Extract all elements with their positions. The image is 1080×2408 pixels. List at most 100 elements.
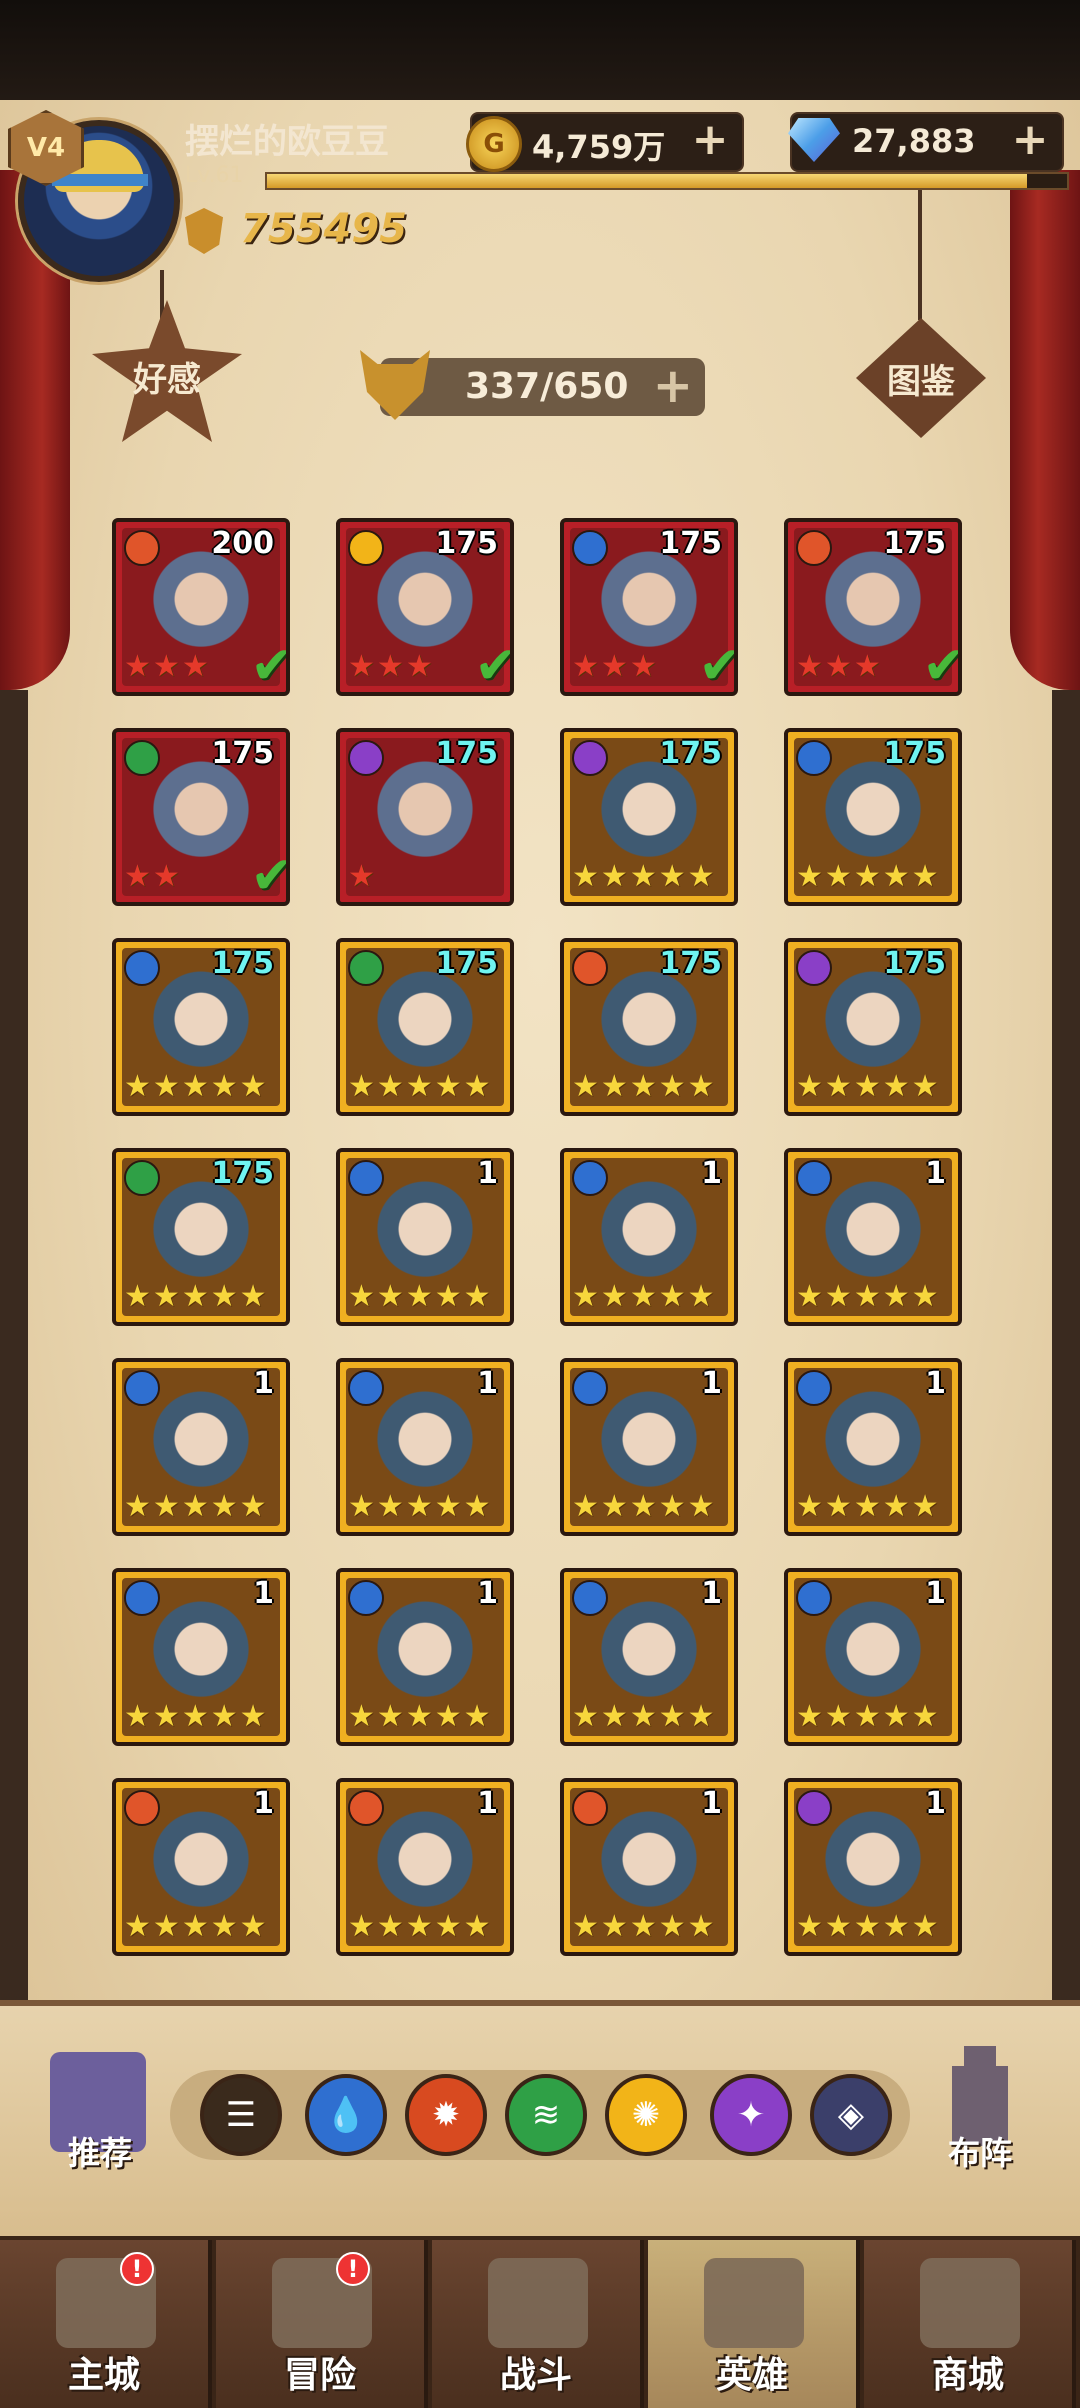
hero-card[interactable]: 175 ★ ★ ★ ✔ [560, 518, 738, 696]
hero-card[interactable]: 175 ★ ★ ★ ★ ★ [560, 728, 738, 906]
list-icon: ☰ [225, 2095, 257, 2135]
hero-level: 175 [435, 526, 498, 561]
filter-water-button[interactable]: 💧 [305, 2074, 387, 2156]
hero-card[interactable]: 175 ★ ★ ★ ★ ★ [112, 1148, 290, 1326]
hero-level: 1 [925, 1366, 946, 1401]
nav-tab-1[interactable]: 主城! [0, 2240, 212, 2408]
hero-card[interactable]: 175 ★ ★ ★ ★ ★ [560, 938, 738, 1116]
recommend-button[interactable]: 推荐 [40, 2128, 160, 2174]
star-icon: ★ [882, 1069, 910, 1104]
hero-card[interactable]: 1 ★ ★ ★ ★ ★ [560, 1568, 738, 1746]
star-icon: ★ [882, 1489, 910, 1524]
nav-tab-5[interactable]: 商城 [864, 2240, 1076, 2408]
hero-card[interactable]: 1 ★ ★ ★ ★ ★ [336, 1568, 514, 1746]
star-icon: ★ [376, 1279, 404, 1314]
star-icon: ★ [796, 1069, 823, 1104]
hero-card[interactable]: 175 ★ ★ ★ ✔ [784, 518, 962, 696]
star-icon: ★ [210, 1279, 238, 1314]
filter-wind-button[interactable]: ≋ [505, 2074, 587, 2156]
star-icon: ★ [434, 1279, 462, 1314]
hero-card[interactable]: 175 ★ ★ ★ ★ ★ [784, 938, 962, 1116]
hero-card[interactable]: 1 ★ ★ ★ ★ ★ [112, 1358, 290, 1536]
star-icon: ★ [463, 1279, 491, 1314]
hanging-rope-right [918, 190, 922, 320]
nav-tab-icon [704, 2258, 804, 2348]
star-icon: ★ [796, 859, 823, 894]
hero-level: 1 [701, 1156, 722, 1191]
hero-card[interactable]: 1 ★ ★ ★ ★ ★ [336, 1358, 514, 1536]
hero-card[interactable]: 175 ★ ★ ★ ★ ★ [336, 938, 514, 1116]
nav-tab-2[interactable]: 冒险! [216, 2240, 428, 2408]
expand-capacity-button[interactable]: + [653, 362, 693, 410]
star-icon: ★ [348, 1489, 375, 1524]
fire-element-icon [572, 1790, 608, 1826]
star-icon: ★ [210, 1489, 238, 1524]
hero-stars: ★ ★ ★ ★ ★ [796, 1700, 950, 1734]
hero-card[interactable]: 1 ★ ★ ★ ★ ★ [112, 1568, 290, 1746]
fire-element-icon [348, 1790, 384, 1826]
hero-card[interactable]: 1 ★ ★ ★ ★ ★ [336, 1778, 514, 1956]
star-icon: ★ [796, 1909, 823, 1944]
notification-badge: ! [336, 2252, 370, 2286]
hero-card[interactable]: 175 ★ [336, 728, 514, 906]
filter-all-button[interactable]: ☰ [200, 2074, 282, 2156]
frame-left [0, 690, 28, 2090]
hero-card[interactable]: 1 ★ ★ ★ ★ ★ [560, 1778, 738, 1956]
star-icon: ★ [572, 1279, 599, 1314]
hero-stars: ★ ★ ★ ★ ★ [572, 1700, 726, 1734]
top-dark-band [0, 0, 1080, 100]
formation-button[interactable]: 布阵 [920, 2128, 1040, 2174]
star-icon: ★ [882, 1699, 910, 1734]
star-icon: ★ [124, 1489, 151, 1524]
filter-light-button[interactable]: ✺ [605, 2074, 687, 2156]
filter-void-button[interactable]: ◈ [810, 2074, 892, 2156]
star-icon: ★ [152, 1699, 180, 1734]
nav-tab-3[interactable]: 战斗 [432, 2240, 644, 2408]
hero-card[interactable]: 1 ★ ★ ★ ★ ★ [784, 1568, 962, 1746]
hero-card[interactable]: 1 ★ ★ ★ ★ ★ [112, 1778, 290, 1956]
add-gem-button[interactable]: + [1008, 118, 1052, 162]
hero-card[interactable]: 1 ★ ★ ★ ★ ★ [560, 1148, 738, 1326]
star-icon: ★ [824, 1069, 852, 1104]
favor-label[interactable]: 好感 [92, 352, 242, 401]
hero-card[interactable]: 1 ★ ★ ★ ★ ★ [560, 1358, 738, 1536]
hero-card[interactable]: 1 ★ ★ ★ ★ ★ [784, 1778, 962, 1956]
hero-card[interactable]: 175 ★ ★ ★ ✔ [336, 518, 514, 696]
fire-element-icon [124, 1790, 160, 1826]
star-icon: ★ [572, 1909, 599, 1944]
star-icon: ★ [853, 1489, 881, 1524]
star-icon: ★ [376, 1699, 404, 1734]
star-icon: ★ [824, 1489, 852, 1524]
hero-card[interactable]: 175 ★ ★ ★ ★ ★ [112, 938, 290, 1116]
filter-fire-button[interactable]: ✹ [405, 2074, 487, 2156]
hero-level: 175 [659, 946, 722, 981]
hero-card[interactable]: 1 ★ ★ ★ ★ ★ [336, 1148, 514, 1326]
nav-tab-label: 主城 [67, 2355, 140, 2396]
star-icon: ★ [572, 1069, 599, 1104]
star-icon: ★ [434, 1909, 462, 1944]
filter-dark-button[interactable]: ✦ [710, 2074, 792, 2156]
hero-level: 1 [477, 1366, 498, 1401]
hero-stars: ★ ★ ★ ★ ★ [348, 1070, 502, 1104]
star-icon: ★ [882, 1279, 910, 1314]
dark-element-icon [796, 1790, 832, 1826]
hero-level: 1 [477, 1786, 498, 1821]
hero-card[interactable]: 1 ★ ★ ★ ★ ★ [784, 1148, 962, 1326]
star-icon: ★ [658, 1909, 686, 1944]
nav-tab-4[interactable]: 英雄 [648, 2240, 860, 2408]
hero-card[interactable]: 200 ★ ★ ★ ✔ [112, 518, 290, 696]
star-icon: ★ [600, 1909, 628, 1944]
add-gold-button[interactable]: + [688, 118, 732, 162]
hero-card[interactable]: 175 ★ ★ ★ ★ ★ [784, 728, 962, 906]
star-icon: ★ [348, 859, 375, 894]
hero-card[interactable]: 175 ★ ★ ✔ [112, 728, 290, 906]
water-element-icon [796, 1580, 832, 1616]
star-icon: ★ [405, 1909, 433, 1944]
hero-card[interactable]: 1 ★ ★ ★ ★ ★ [784, 1358, 962, 1536]
star-icon: ★ [405, 1279, 433, 1314]
checkmark-icon: ✔ [698, 636, 738, 696]
star-icon: ★ [124, 1699, 151, 1734]
star-icon: ★ [181, 649, 209, 684]
handbook-label[interactable]: 图鉴 [856, 354, 986, 403]
star-icon: ★ [796, 1699, 823, 1734]
